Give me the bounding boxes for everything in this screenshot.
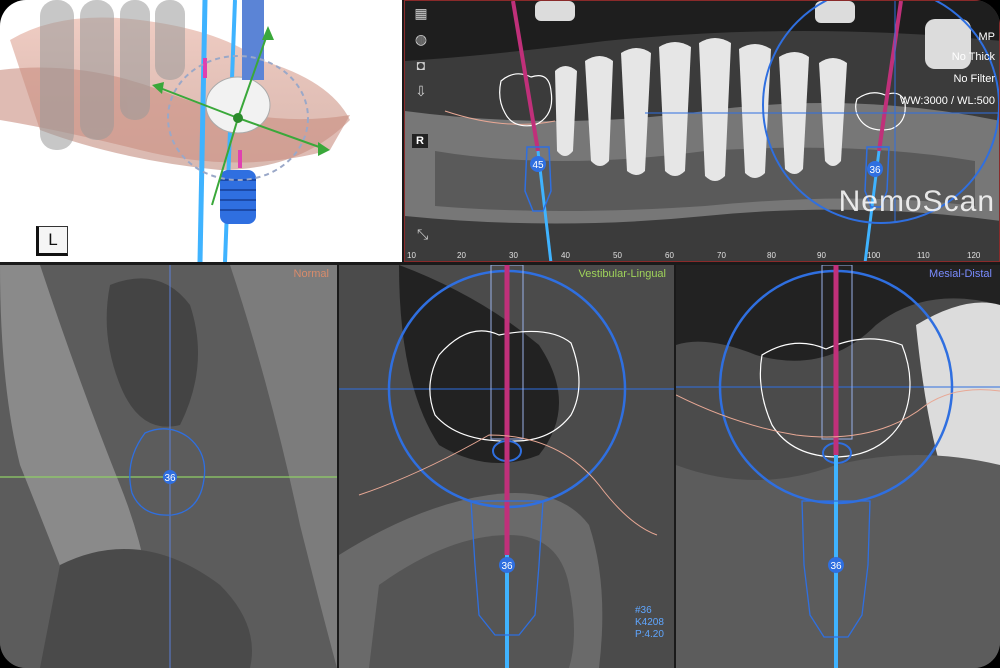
panoramic-info-thickness: No Thick xyxy=(951,51,995,63)
ruler-tick: 80 xyxy=(767,251,776,260)
ruler-tick: 90 xyxy=(817,251,826,260)
globe-icon[interactable]: ◍ xyxy=(411,29,431,49)
normal-view-title: Normal xyxy=(293,268,329,280)
normal-implant-label[interactable]: 36 xyxy=(164,473,176,484)
ruler-tick: 110 xyxy=(917,251,930,260)
three-d-view[interactable]: L xyxy=(0,0,402,262)
implant-info: #36 K4208 P:4.20 xyxy=(635,605,664,641)
normal-render: 36 xyxy=(0,265,337,668)
ruler-tick: 50 xyxy=(613,251,622,260)
ruler-tick: 10 xyxy=(407,251,416,260)
download-icon[interactable]: ⇩ xyxy=(411,81,431,101)
ruler-tick: 60 xyxy=(665,251,674,260)
mesial-distal-title: Mesial-Distal xyxy=(929,268,992,280)
normal-view[interactable]: 36 Normal xyxy=(0,265,337,668)
panoramic-view[interactable]: 45 36 ⤡ ▦ ◍ ◘ ⇩ R MP No Thick No Filter … xyxy=(404,0,1000,262)
svg-text:⤡: ⤡ xyxy=(417,227,428,243)
ruler-tick: 70 xyxy=(717,251,726,260)
implant-info-platform: P:4.20 xyxy=(635,629,664,640)
brand-watermark: NemoScan xyxy=(838,185,995,218)
orientation-right-marker: R xyxy=(411,133,429,149)
panoramic-toolbar: ▦ ◍ ◘ ⇩ xyxy=(411,3,437,107)
orientation-left-marker: L xyxy=(36,226,68,256)
mesial-distal-render: 36 xyxy=(676,265,1000,668)
panoramic-implant-label-45[interactable]: 45 xyxy=(532,160,544,171)
panoramic-info-filter: No Filter xyxy=(953,73,995,85)
ruler-tick: 40 xyxy=(561,251,570,260)
three-d-render xyxy=(0,0,350,262)
implant-info-model: K4208 xyxy=(635,617,664,628)
mesial-distal-view[interactable]: 36 Mesial-Distal xyxy=(676,265,1000,668)
ruler-tick: 20 xyxy=(457,251,466,260)
vestibular-lingual-view[interactable]: 36 Vestibular-Lingual #36 K4208 P:4.20 xyxy=(339,265,674,668)
screenshot-icon[interactable]: ▦ xyxy=(411,3,431,23)
panoramic-info-mode: MP xyxy=(978,31,996,43)
implant-info-position: #36 xyxy=(635,605,652,616)
panoramic-render: 45 36 ⤡ xyxy=(405,1,999,261)
panoramic-ruler: 10 20 30 40 50 60 70 80 90 100 110 120 xyxy=(405,249,999,261)
md-implant-label[interactable]: 36 xyxy=(830,561,842,572)
ruler-tick: 30 xyxy=(509,251,518,260)
ruler-tick: 120 xyxy=(967,251,981,260)
vestibular-lingual-render: 36 xyxy=(339,265,674,668)
camera-icon[interactable]: ◘ xyxy=(411,55,431,75)
ruler-tick: 100 xyxy=(867,251,881,260)
app-frame: L 45 36 ⤡ ▦ ◍ ◘ ⇩ R MP No Thick No Filte… xyxy=(0,0,1000,668)
vl-implant-label[interactable]: 36 xyxy=(501,561,513,572)
panoramic-info-window: WW:3000 / WL:500 xyxy=(899,95,995,107)
vestibular-lingual-title: Vestibular-Lingual xyxy=(578,268,666,280)
panoramic-implant-label-36[interactable]: 36 xyxy=(869,165,881,176)
